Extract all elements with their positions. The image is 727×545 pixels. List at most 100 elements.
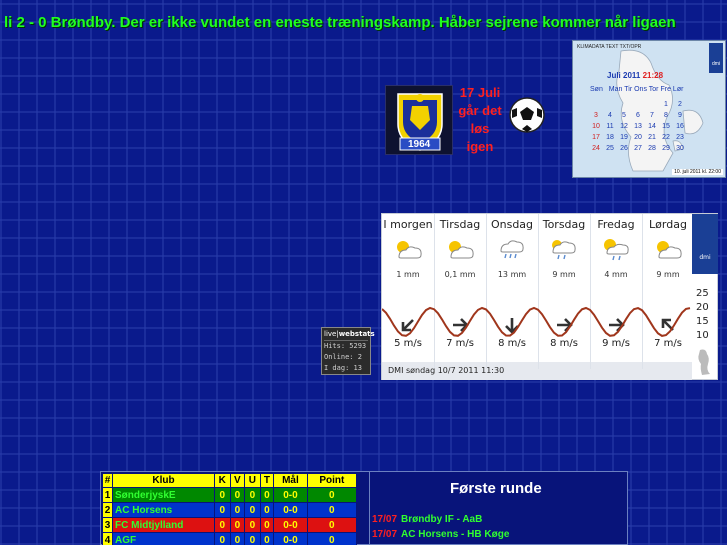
temperature-curve: [382, 306, 691, 337]
table-cell: 0-0: [273, 517, 308, 533]
forecast-day: Fredag 4 mm: [590, 214, 642, 284]
weekday-label: Man: [608, 86, 623, 93]
calendar-day[interactable]: 29: [659, 145, 673, 152]
calendar-day[interactable]: 5: [617, 112, 631, 119]
table-cell: 0-0: [273, 502, 308, 518]
table-cell: 0: [244, 487, 261, 503]
dmi-logo: dmi: [692, 214, 718, 274]
calendar-day[interactable]: 20: [631, 134, 645, 141]
table-cell: 2: [102, 502, 113, 518]
calendar-day[interactable]: 15: [659, 123, 673, 130]
col-header: K: [214, 473, 231, 488]
calendar-day[interactable]: 11: [603, 123, 617, 130]
temp-axis-label: 15: [696, 316, 709, 327]
table-cell: 0: [306, 517, 358, 533]
calendar-day[interactable]: 23: [673, 134, 687, 141]
temperature-line: [382, 306, 691, 337]
fixtures-panel: Første runde 17/07 Brøndby IF - AaB 17/07…: [369, 472, 627, 544]
table-row: 1 SønderjyskE 0 0 0 0 0-0 0: [102, 487, 358, 503]
table-row: 3 FC Midtjylland 0 0 0 0 0-0 0: [102, 517, 358, 533]
calendar-day[interactable]: 26: [617, 145, 631, 152]
col-header: U: [244, 473, 261, 488]
precip-amount: 13 mm: [497, 270, 527, 279]
calendar-map-widget[interactable]: KLIMADATA TEXT TXT/OPR dmi Juli 2011 21:…: [572, 40, 726, 178]
table-cell: 3: [102, 517, 113, 533]
weekday-label: Lør: [672, 86, 684, 93]
webstats-hits: Hits: 5293: [324, 342, 367, 350]
temp-axis-label: 10: [696, 330, 709, 341]
webstats-title: live|webstats: [324, 329, 375, 341]
temp-axis-label: 25: [696, 288, 709, 299]
table-cell: 0: [229, 502, 246, 518]
club-name: SønderjyskE: [112, 487, 215, 503]
webstats-counter[interactable]: live|webstats Hits: 5293 Online: 2 I dag…: [321, 327, 375, 375]
weekday-label: Tir: [624, 86, 633, 93]
weather-forecast-widget[interactable]: I morgen 1 mm 5 m/s Tirsdag 0,1 mm 7 m/s Onsda…: [381, 213, 718, 380]
day-name: Lørdag: [649, 218, 687, 231]
banner-line-2: går det: [458, 103, 502, 118]
crest-year: 1964: [408, 139, 431, 150]
calendar-day[interactable]: 16: [673, 123, 687, 130]
sun-cloud-icon: [382, 237, 434, 265]
calendar-day[interactable]: 14: [645, 123, 659, 130]
banner-line-4: igen: [466, 139, 494, 154]
league-table-panel: # Klub K V U T Mål Point 1 SønderjyskE 0 0 0…: [100, 471, 628, 545]
table-cell: 0: [244, 502, 261, 518]
forecast-timestamp: DMI søndag 10/7 2011 11:30: [388, 366, 505, 375]
calendar-day[interactable]: 27: [631, 145, 645, 152]
calendar-grid: 1 2 3 4 5 6 7 8 9 10 11 12 13 14 15 16 17 18 19 20 21 22 23 24 2…: [589, 101, 709, 152]
calendar-day: [645, 101, 659, 108]
forecast-day: Tirsdag 0,1 mm: [434, 214, 486, 284]
denmark-silhouette-icon: [698, 349, 710, 375]
webstats-today: I dag: 13: [324, 364, 362, 372]
calendar-day[interactable]: 30: [673, 145, 687, 152]
calendar-day[interactable]: 1: [659, 101, 673, 108]
forecast-day: I morgen 1 mm: [382, 214, 434, 284]
calendar-day: [631, 101, 645, 108]
calendar-day[interactable]: 7: [645, 112, 659, 119]
calendar-day[interactable]: 12: [617, 123, 631, 130]
rain-cloud-icon: [486, 237, 538, 265]
weekday-label: Fre: [660, 86, 671, 93]
day-name: Torsdag: [542, 218, 586, 231]
table-cell: 0: [229, 517, 246, 533]
calendar-day[interactable]: 6: [631, 112, 645, 119]
calendar-day[interactable]: 8: [659, 112, 673, 119]
calendar-day[interactable]: 19: [617, 134, 631, 141]
table-cell: 1: [102, 487, 113, 503]
calendar-day[interactable]: 18: [603, 134, 617, 141]
fixture-row: 17/07 AC Horsens - HB Køge: [372, 529, 509, 540]
temp-axis-label: 20: [696, 302, 709, 313]
day-name: Onsdag: [490, 218, 534, 231]
fixture-match: AC Horsens - HB Køge: [401, 529, 510, 540]
banner-line-1: 17 Juli: [459, 85, 501, 100]
calendar-day[interactable]: 13: [631, 123, 645, 130]
table-cell: 0: [214, 532, 231, 545]
table-cell: 0: [229, 487, 246, 503]
calendar-day[interactable]: 22: [659, 134, 673, 141]
table-cell: 0: [214, 502, 231, 518]
calendar-day: [603, 101, 617, 108]
precip-amount: 1 mm: [396, 270, 420, 279]
calendar-day[interactable]: 10: [589, 123, 603, 130]
calendar-day[interactable]: 25: [603, 145, 617, 152]
calendar-day[interactable]: 3: [589, 112, 603, 119]
fixture-date: 17/07: [372, 514, 398, 525]
map-timestamp: 10. juli 2011 kl. 22:00: [672, 169, 723, 175]
weekday-label: Ons: [634, 86, 647, 93]
calendar-weekdays: Søn Man Tir Ons Tor Fre Lør: [590, 86, 683, 93]
calendar-day[interactable]: 4: [603, 112, 617, 119]
calendar-day[interactable]: 24: [589, 145, 603, 152]
col-header: #: [102, 473, 113, 488]
table-row: 4 AGF 0 0 0 0 0-0 0: [102, 532, 358, 545]
table-cell: 0: [259, 517, 275, 533]
calendar-day[interactable]: 17: [589, 134, 603, 141]
football-icon: [508, 96, 546, 134]
round-title: Første runde: [450, 480, 542, 497]
calendar-day[interactable]: 9: [673, 112, 687, 119]
calendar-day[interactable]: 21: [645, 134, 659, 141]
day-name: Fredag: [597, 218, 635, 231]
calendar-day[interactable]: 28: [645, 145, 659, 152]
calendar-day[interactable]: 2: [673, 101, 687, 108]
calendar-day: [589, 101, 603, 108]
